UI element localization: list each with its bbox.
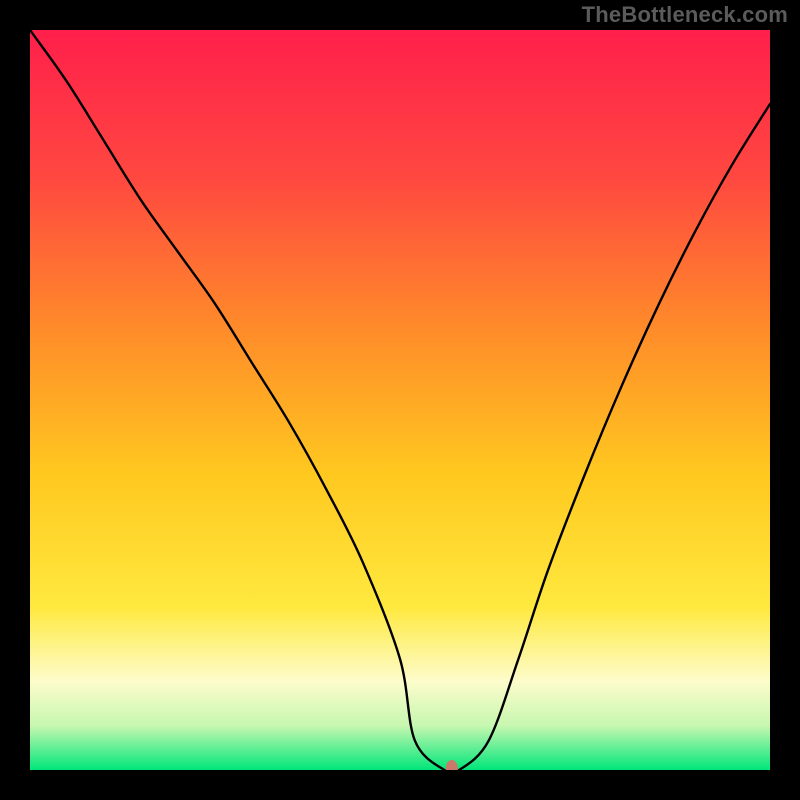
watermark-text: TheBottleneck.com	[582, 2, 788, 28]
chart-svg	[30, 30, 770, 770]
chart-frame: TheBottleneck.com	[0, 0, 800, 800]
chart-plot-area	[30, 30, 770, 770]
